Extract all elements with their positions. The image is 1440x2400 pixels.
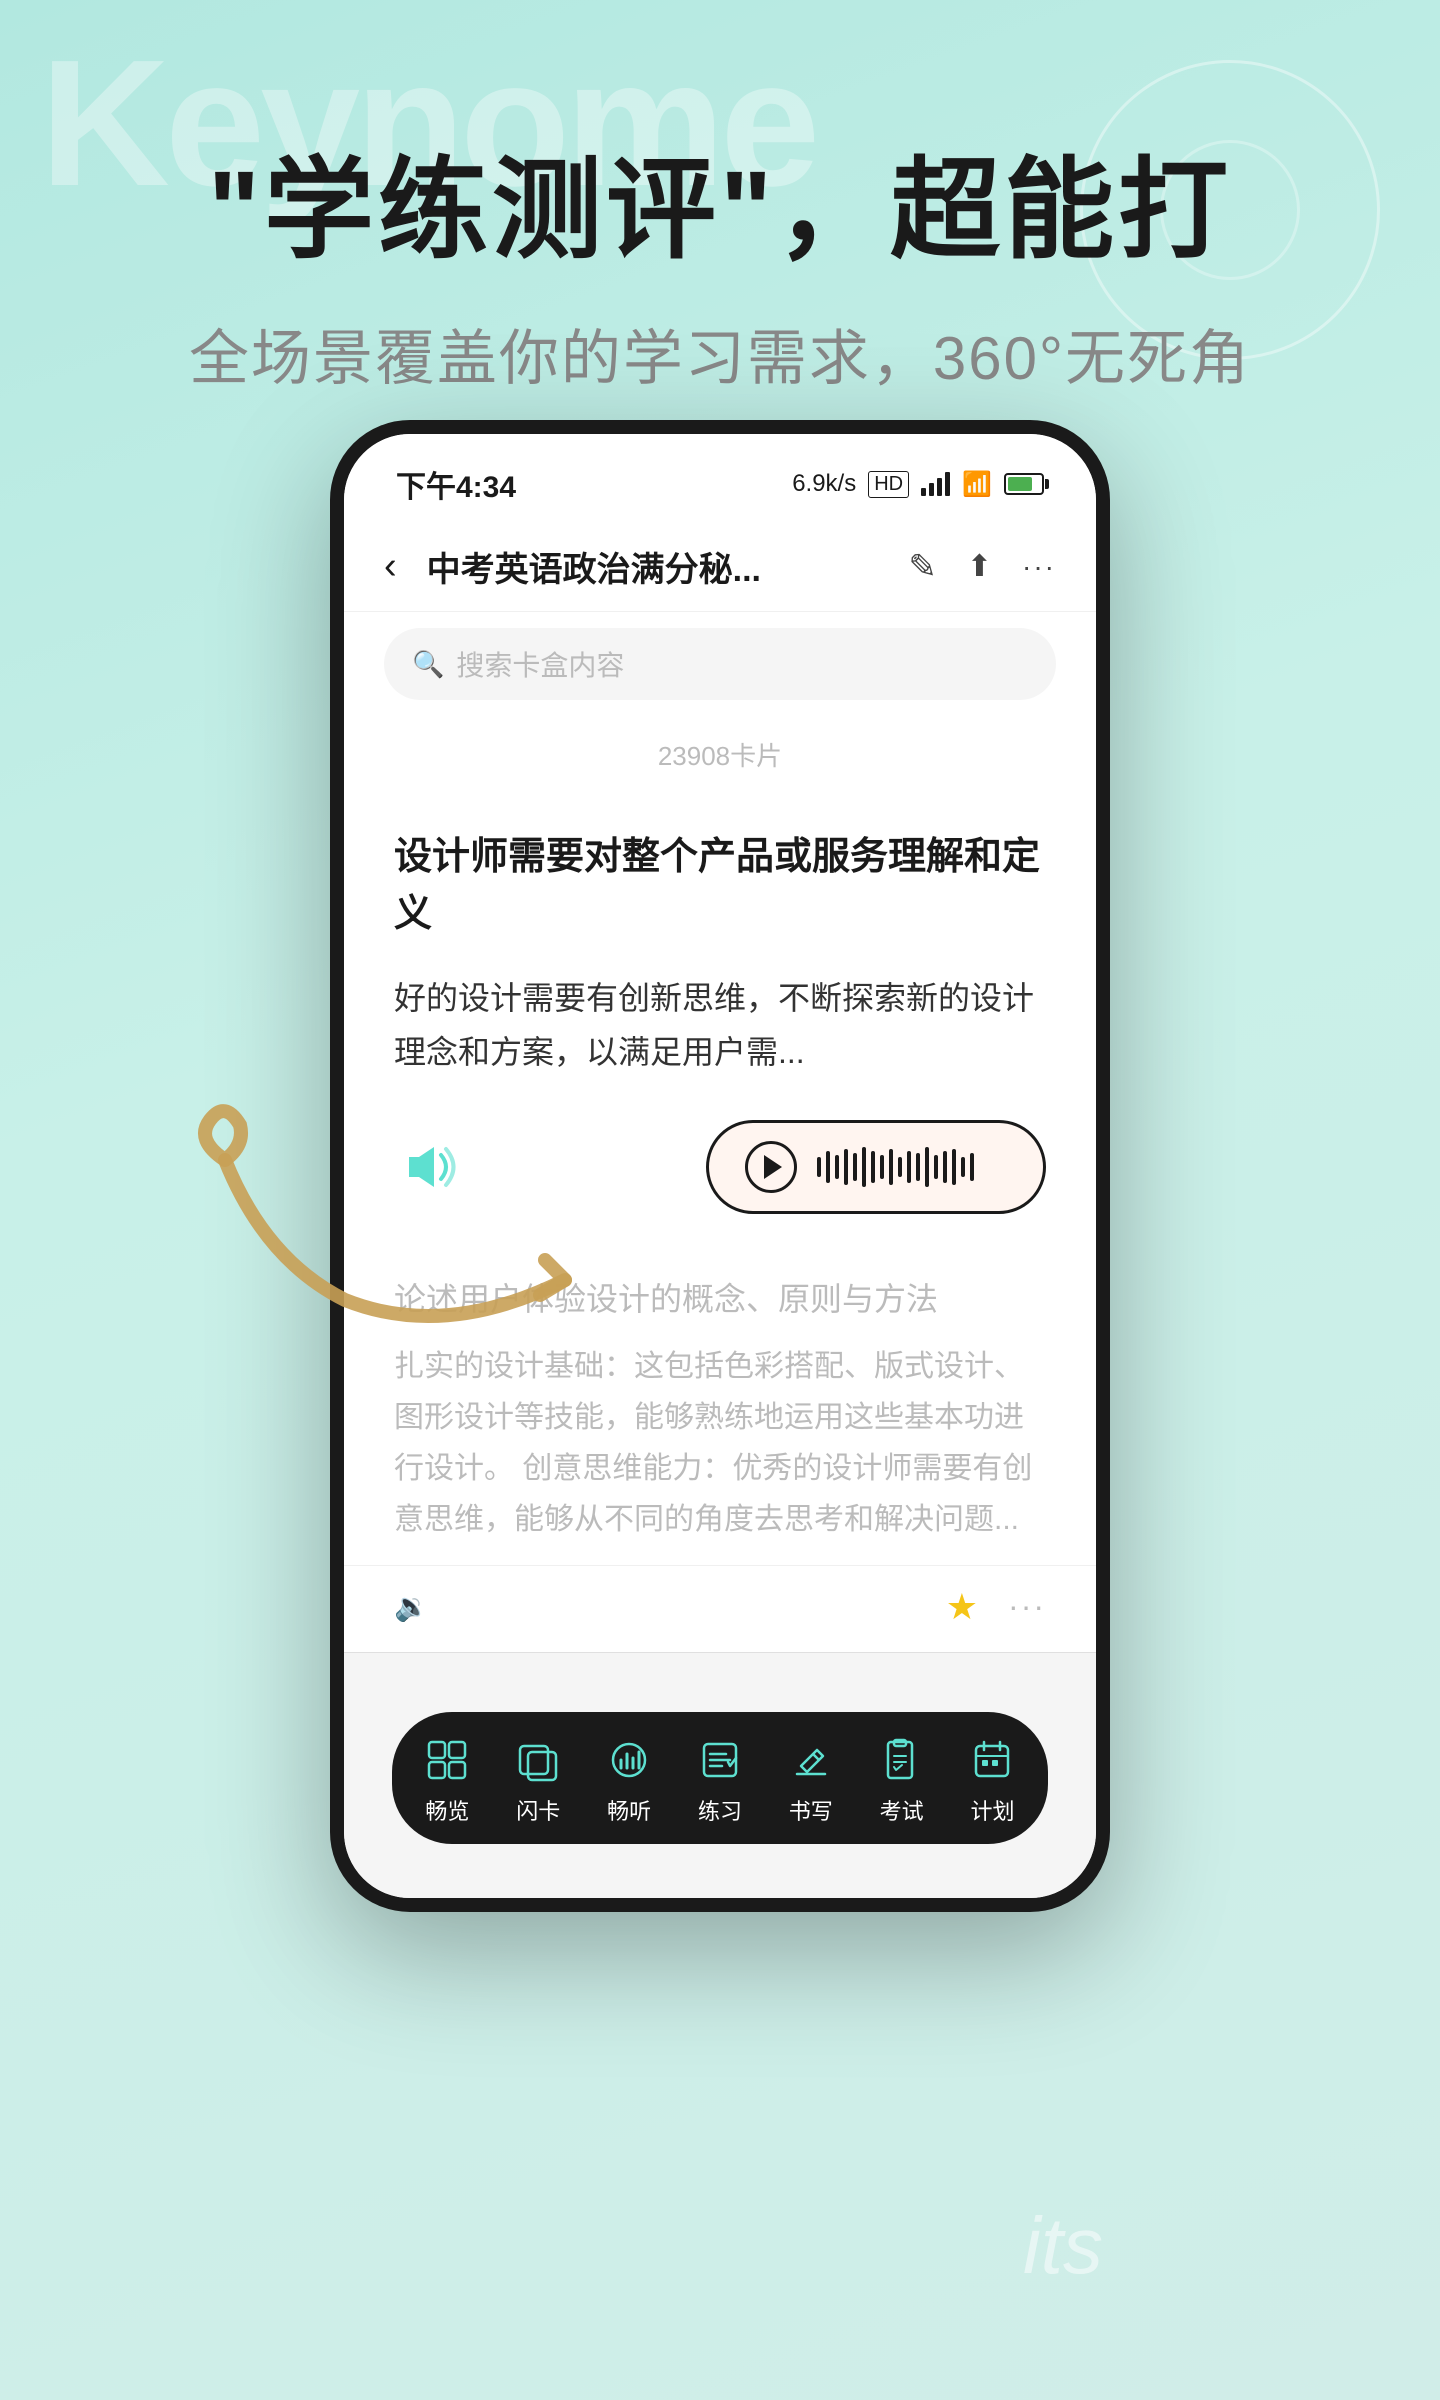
- next-card-peek: [344, 1652, 1096, 1702]
- tab-practice[interactable]: 练习: [694, 1734, 746, 1826]
- card-back-section: 论述用户体验设计的概念、原则与方法 扎实的设计基础：这包括色彩搭配、版式设计、图…: [344, 1264, 1096, 1565]
- hero-section: "学练测评"，超能打 全场景覆盖你的学习需求，360°无死角: [0, 0, 1440, 397]
- waveform-bar: [970, 1153, 974, 1181]
- waveform-bar: [916, 1153, 920, 1181]
- write-icon: [785, 1734, 837, 1786]
- plan-icon: [966, 1734, 1018, 1786]
- its-detected-text: its: [1023, 2200, 1103, 2292]
- tab-browse[interactable]: 畅览: [421, 1734, 473, 1826]
- waveform-bar: [907, 1151, 911, 1183]
- nav-bar: ‹ 中考英语政治满分秘... ✎ ⬆ ···: [344, 522, 1096, 612]
- battery-fill: [1008, 477, 1032, 491]
- phone-mockup: 下午4:34 6.9k/s HD 📶 ‹ 中考英语政治满分秘... ✎: [330, 420, 1110, 1912]
- waveform-bar: [952, 1149, 956, 1185]
- tab-bar-container: 畅览 闪卡: [344, 1702, 1096, 1898]
- nav-title: 中考英语政治满分秘...: [427, 542, 889, 591]
- practice-label: 练习: [698, 1794, 742, 1826]
- tab-listen[interactable]: 畅听: [603, 1734, 655, 1826]
- tab-bar: 畅览 闪卡: [392, 1712, 1048, 1844]
- search-placeholder: 搜索卡盒内容: [456, 644, 624, 684]
- waveform-bar: [880, 1155, 884, 1179]
- more-icon-footer[interactable]: ···: [1008, 1588, 1046, 1625]
- card-count: 23908卡片: [344, 720, 1096, 789]
- flashcard-label: 闪卡: [516, 1794, 560, 1826]
- waveform-bar: [934, 1155, 938, 1179]
- waveform-bar: [925, 1147, 929, 1187]
- card-content: 设计师需要对整个产品或服务理解和定义 好的设计需要有创新思维，不断探索新的设计理…: [344, 789, 1096, 1264]
- back-button[interactable]: ‹: [384, 545, 397, 588]
- wifi-icon: 📶: [962, 470, 992, 499]
- card-audio-row: [394, 1110, 1046, 1234]
- waveform-bar: [817, 1157, 821, 1177]
- share-icon[interactable]: ⬆: [967, 549, 992, 584]
- signal-bars-icon: [921, 472, 950, 496]
- exam-icon: [876, 1734, 928, 1786]
- exam-label: 考试: [880, 1794, 924, 1826]
- speaker-icon[interactable]: [394, 1137, 464, 1197]
- phone-frame: 下午4:34 6.9k/s HD 📶 ‹ 中考英语政治满分秘... ✎: [330, 420, 1110, 1912]
- waveform-bar: [898, 1157, 902, 1177]
- card-question-title: 设计师需要对整个产品或服务理解和定义: [394, 829, 1046, 943]
- play-triangle-icon: [764, 1155, 782, 1179]
- browse-icon: [421, 1734, 473, 1786]
- card-body-text: 好的设计需要有创新思维，不断探索新的设计理念和方案，以满足用户需...: [394, 971, 1046, 1080]
- waveform-bar: [826, 1151, 830, 1183]
- waveform-bar: [943, 1151, 947, 1183]
- listen-label: 畅听: [607, 1794, 651, 1826]
- tab-write[interactable]: 书写: [785, 1734, 837, 1826]
- plan-label: 计划: [970, 1794, 1014, 1826]
- hd-badge: HD: [868, 471, 909, 498]
- tab-flashcard[interactable]: 闪卡: [512, 1734, 564, 1826]
- hero-title: "学练测评"，超能打: [0, 120, 1440, 280]
- waveform-bar: [862, 1147, 866, 1187]
- card-footer-right: ★ ···: [946, 1586, 1046, 1628]
- more-options-icon[interactable]: ···: [1022, 551, 1056, 583]
- play-button[interactable]: [745, 1141, 797, 1193]
- status-bar: 下午4:34 6.9k/s HD 📶: [344, 434, 1096, 522]
- tab-plan[interactable]: 计划: [966, 1734, 1018, 1826]
- battery-icon: [1004, 473, 1044, 495]
- write-label: 书写: [789, 1794, 833, 1826]
- waveform-bar: [853, 1153, 857, 1181]
- hero-subtitle: 全场景覆盖你的学习需求，360°无死角: [0, 310, 1440, 397]
- tab-exam[interactable]: 考试: [876, 1734, 928, 1826]
- waveform-bar: [871, 1151, 875, 1183]
- waveform-bar: [961, 1157, 965, 1177]
- waveform: [817, 1147, 974, 1187]
- search-icon: 🔍: [412, 649, 444, 680]
- edit-icon[interactable]: ✎: [908, 547, 937, 587]
- status-right: 6.9k/s HD 📶: [792, 470, 1044, 499]
- audio-player-pill[interactable]: [706, 1120, 1046, 1214]
- listen-icon: [603, 1734, 655, 1786]
- search-input-wrap[interactable]: 🔍 搜索卡盒内容: [384, 628, 1056, 700]
- speed-indicator: 6.9k/s: [792, 470, 856, 498]
- card-back-body: 扎实的设计基础：这包括色彩搭配、版式设计、图形设计等技能，能够熟练地运用这些基本…: [394, 1341, 1046, 1545]
- waveform-bar: [844, 1149, 848, 1185]
- search-bar: 🔍 搜索卡盒内容: [344, 612, 1096, 720]
- card-footer: 🔉 ★ ···: [344, 1565, 1096, 1652]
- practice-icon: [694, 1734, 746, 1786]
- card-back-title: 论述用户体验设计的概念、原则与方法: [394, 1274, 1046, 1325]
- browse-label: 畅览: [425, 1794, 469, 1826]
- waveform-bar: [889, 1149, 893, 1185]
- waveform-bar: [835, 1155, 839, 1179]
- star-icon[interactable]: ★: [946, 1586, 978, 1628]
- nav-actions: ✎ ⬆ ···: [908, 547, 1056, 587]
- status-time: 下午4:34: [396, 462, 516, 506]
- flashcard-icon: [512, 1734, 564, 1786]
- card-audio-indicator[interactable]: 🔉: [394, 1590, 429, 1623]
